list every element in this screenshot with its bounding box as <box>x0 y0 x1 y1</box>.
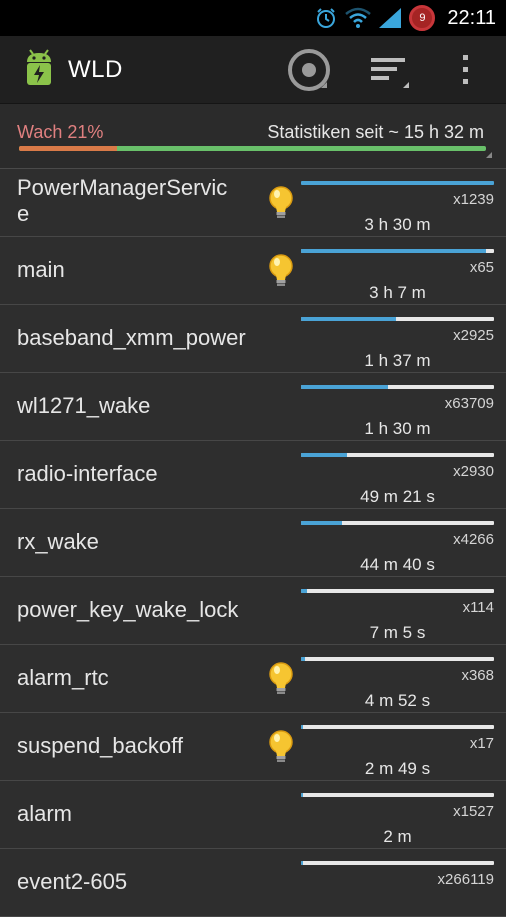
notification-badge-icon: 9 <box>409 5 436 31</box>
status-icons: 9 22:11 <box>313 0 496 36</box>
stats-since: Statistiken seit ~ 15 h 32 m <box>267 122 484 142</box>
wakelock-bar-fill <box>301 317 396 321</box>
wakelock-count: x2925 <box>453 327 494 344</box>
wakelock-name: suspend_backoff <box>17 733 183 758</box>
wakelock-name: alarm <box>17 801 73 826</box>
wakelock-bar-fill <box>301 521 342 525</box>
wakelock-bar <box>301 249 494 253</box>
wakelock-row[interactable]: suspend_backoff x17 2 m 49 s <box>0 713 506 781</box>
record-toggle-button[interactable] <box>287 49 331 91</box>
sort-button[interactable] <box>367 50 411 90</box>
wakelock-count: x368 <box>461 667 494 684</box>
wakelock-bar-fill <box>301 453 348 457</box>
overflow-menu-button[interactable] <box>444 50 488 90</box>
wakelock-name: alarm_rtc <box>17 665 109 690</box>
wakelock-bar <box>301 385 494 389</box>
wakelock-bar-fill <box>301 861 303 865</box>
wakelock-name: rx_wake <box>17 529 99 554</box>
signal-icon <box>377 5 403 31</box>
status-bar: 9 22:11 <box>0 0 506 36</box>
wakelock-name: radio-interface <box>17 461 158 486</box>
wakelock-duration: 7 m 5 s <box>369 623 426 642</box>
notification-count: 9 <box>419 12 426 24</box>
awake-percentage: Wach 21% <box>17 122 104 142</box>
wakelock-bar <box>301 181 494 185</box>
wakelock-count: x1239 <box>453 191 494 208</box>
wakelock-name: event2-605 <box>17 869 128 894</box>
wakelock-name: baseband_xmm_power <box>17 325 246 350</box>
wakelock-bar <box>301 589 494 593</box>
wakelock-row[interactable]: event2-605 x266119 <box>0 849 506 917</box>
wakelock-bar <box>301 317 494 321</box>
wakelock-bar-fill <box>301 725 303 729</box>
wakelock-name: wl1271_wake <box>17 393 151 418</box>
wakelock-duration: 2 m 49 s <box>364 759 431 778</box>
wakelock-row[interactable]: alarm_rtc x368 4 m 52 s <box>0 645 506 713</box>
wakelock-name: PowerManagerServic e <box>17 175 228 226</box>
record-toggle-icon <box>288 49 330 91</box>
wakelock-bar-fill <box>301 657 305 661</box>
action-bar: WLD <box>0 36 506 105</box>
wakelock-duration: 44 m 40 s <box>360 555 435 574</box>
wakelock-duration: 1 h 37 m <box>364 351 431 370</box>
wakelock-bar-fill <box>301 249 487 253</box>
wakelock-bar <box>301 793 494 797</box>
wakelock-bar <box>301 725 494 729</box>
wakelock-row[interactable]: rx_wake x4266 44 m 40 s <box>0 509 506 577</box>
wakelock-row[interactable]: radio-interface x2930 49 m 21 s <box>0 441 506 509</box>
wakelock-row[interactable]: wl1271_wake x63709 1 h 30 m <box>0 373 506 441</box>
wakelock-duration: 4 m 52 s <box>364 691 431 710</box>
wakelock-row[interactable]: power_key_wake_lock x114 7 m 5 s <box>0 577 506 645</box>
wakelock-row[interactable]: main x65 3 h 7 m <box>0 237 506 305</box>
wakelock-list: PowerManagerServic e x1239 3 h 30 m main x65… <box>0 169 506 917</box>
summary-panel[interactable]: Wach 21% Statistiken seit ~ 15 h 32 m <box>0 104 506 169</box>
wakelock-count: x2930 <box>453 463 494 480</box>
wifi-icon <box>345 5 372 31</box>
lightbulb-icon <box>266 729 296 765</box>
status-clock: 22:11 <box>447 6 496 29</box>
sort-icon <box>371 58 409 88</box>
wakelock-row[interactable]: PowerManagerServic e x1239 3 h 30 m <box>0 169 506 237</box>
wakelock-duration: 2 m <box>383 827 412 846</box>
lightbulb-icon <box>266 185 296 221</box>
wakelock-bar-fill <box>301 793 303 797</box>
wakelock-bar <box>301 861 494 865</box>
wakelock-duration: 1 h 30 m <box>364 419 431 438</box>
wakelock-row[interactable]: alarm x1527 2 m <box>0 781 506 849</box>
lightbulb-icon <box>266 661 296 697</box>
wakelock-count: x65 <box>469 259 494 276</box>
overflow-menu-icon <box>463 55 468 84</box>
app-battery-icon[interactable] <box>22 48 56 88</box>
wakelock-bar-fill <box>301 181 494 185</box>
wakelock-count: x1527 <box>453 803 494 820</box>
wakelock-count: x63709 <box>444 395 494 412</box>
wakelock-name: main <box>17 257 65 282</box>
wakelock-row[interactable]: baseband_xmm_power x2925 1 h 37 m <box>0 305 506 373</box>
wakelock-name: power_key_wake_lock <box>17 597 239 622</box>
wakelock-duration: 3 h 7 m <box>369 283 426 302</box>
alarm-icon <box>313 5 339 31</box>
wakelock-bar <box>301 657 494 661</box>
wakelock-count: x114 <box>462 599 494 616</box>
awake-fill <box>19 146 118 151</box>
app-title: WLD <box>68 56 123 83</box>
wakelock-bar <box>301 521 494 525</box>
wakelock-bar-fill <box>301 589 307 593</box>
awake-ratio-bar <box>19 146 486 151</box>
lightbulb-icon <box>266 253 296 289</box>
wakelock-count: x17 <box>469 735 494 752</box>
summary-corner-icon <box>486 152 492 158</box>
wakelock-bar <box>301 453 494 457</box>
wakelock-duration: 49 m 21 s <box>360 487 435 506</box>
wakelock-count: x266119 <box>437 871 494 888</box>
wakelock-count: x4266 <box>453 531 494 548</box>
wakelock-bar-fill <box>301 385 388 389</box>
wakelock-duration: 3 h 30 m <box>364 215 431 234</box>
